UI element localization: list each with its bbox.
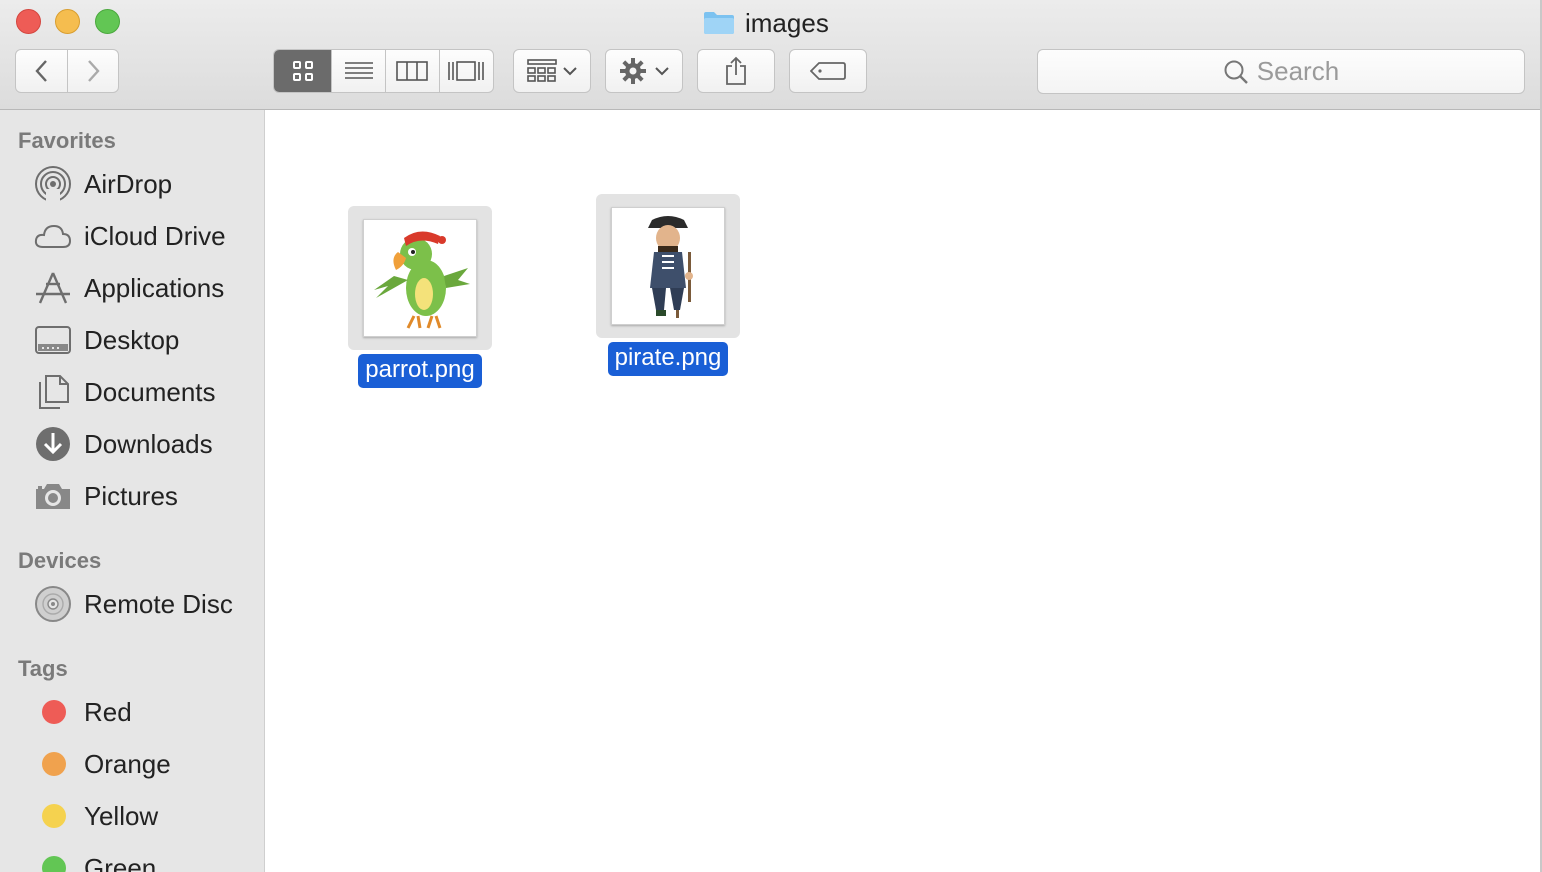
- toolbar: images Search: [0, 0, 1540, 110]
- tags-section-title: Tags: [18, 656, 68, 681]
- grid-icon: [292, 61, 313, 81]
- arrange-button[interactable]: [513, 49, 591, 93]
- column-view-button[interactable]: [386, 50, 440, 92]
- icon-view-button[interactable]: [274, 50, 333, 92]
- applications-icon: [34, 269, 72, 307]
- sidebar-item-downloads[interactable]: Downloads: [34, 424, 213, 464]
- chevron-down-icon: [563, 67, 577, 76]
- share-icon: [726, 56, 746, 85]
- list-view-button[interactable]: [332, 50, 386, 92]
- sidebar-item-applications[interactable]: Applications: [34, 268, 224, 308]
- file-name-label[interactable]: pirate.png: [607, 342, 729, 376]
- minimize-window-button[interactable]: [55, 9, 80, 34]
- window-title-label: images: [745, 7, 829, 38]
- sidebar-item-label: Desktop: [84, 324, 180, 355]
- sidebar-item-documents[interactable]: Documents: [34, 372, 216, 412]
- file-browser-area[interactable]: parrot.png pirate.png: [265, 110, 1540, 872]
- search-field[interactable]: Search: [1037, 49, 1525, 94]
- devices-section-title: Devices: [18, 548, 102, 573]
- file-thumbnail[interactable]: [596, 194, 740, 338]
- sidebar-item-label: Red: [84, 696, 132, 727]
- close-window-button[interactable]: [16, 9, 41, 34]
- sidebar-item-label: Remote Disc: [84, 588, 233, 619]
- sidebar-item-label: Documents: [84, 376, 216, 407]
- chevron-left-icon: [34, 60, 47, 82]
- sidebar-item-label: Pictures: [84, 480, 178, 511]
- file-item-parrot[interactable]: parrot.png: [348, 206, 492, 388]
- window-title: images: [703, 6, 829, 40]
- tag-icon: [810, 62, 846, 80]
- back-button[interactable]: [15, 49, 68, 93]
- cover-flow-icon: [448, 61, 485, 81]
- red-tag-dot-icon: [42, 700, 66, 724]
- columns-icon: [396, 61, 429, 81]
- sidebar-item-label: iCloud Drive: [84, 220, 226, 251]
- list-icon: [344, 62, 373, 79]
- parrot-image: [363, 219, 477, 337]
- orange-tag-dot-icon: [42, 752, 66, 776]
- cloud-icon: [34, 217, 72, 255]
- chevron-down-icon: [655, 67, 669, 76]
- camera-icon: [34, 477, 72, 515]
- arrange-grid-icon: [527, 59, 557, 82]
- documents-icon: [34, 373, 72, 411]
- finder-window: images Search Favorites AirDrop iCloud D…: [0, 0, 1542, 872]
- sidebar-tag-yellow[interactable]: Yellow: [34, 796, 158, 836]
- search-icon: [1224, 60, 1248, 84]
- sidebar-item-label: Orange: [84, 748, 171, 779]
- edit-tags-button[interactable]: [789, 49, 867, 93]
- sidebar-item-label: Green: [84, 852, 157, 872]
- yellow-tag-dot-icon: [42, 804, 66, 828]
- sidebar-item-label: AirDrop: [84, 168, 173, 199]
- sidebar-item-label: Applications: [84, 272, 225, 303]
- folder-icon: [703, 11, 735, 35]
- file-item-pirate[interactable]: pirate.png: [596, 194, 740, 376]
- file-thumbnail[interactable]: [348, 206, 492, 350]
- pirate-image: [611, 207, 725, 325]
- green-tag-dot-icon: [42, 856, 66, 872]
- desktop-icon: [34, 321, 72, 359]
- file-name-label[interactable]: parrot.png: [358, 354, 482, 388]
- cover-flow-button[interactable]: [440, 50, 494, 92]
- downloads-icon: [34, 425, 72, 463]
- zoom-window-button[interactable]: [95, 9, 120, 34]
- airdrop-icon: [34, 165, 72, 203]
- disc-icon: [34, 585, 72, 623]
- sidebar-tag-red[interactable]: Red: [34, 692, 132, 732]
- sidebar-tag-green[interactable]: Green: [34, 848, 156, 872]
- sidebar-item-pictures[interactable]: Pictures: [34, 476, 178, 516]
- gear-icon: [620, 58, 646, 84]
- sidebar-item-label: Downloads: [84, 428, 213, 459]
- sidebar: Favorites AirDrop iCloud Drive Applicati…: [0, 110, 265, 872]
- sidebar-item-remote-disc[interactable]: Remote Disc: [34, 584, 233, 624]
- sidebar-item-icloud-drive[interactable]: iCloud Drive: [34, 216, 226, 256]
- forward-button[interactable]: [67, 49, 119, 93]
- chevron-right-icon: [88, 60, 100, 82]
- search-placeholder: Search: [1256, 56, 1340, 86]
- sidebar-item-desktop[interactable]: Desktop: [34, 320, 179, 360]
- favorites-section-title: Favorites: [18, 128, 116, 153]
- action-button[interactable]: [605, 49, 683, 93]
- sidebar-item-label: Yellow: [84, 800, 159, 831]
- share-button[interactable]: [697, 49, 775, 93]
- sidebar-item-airdrop[interactable]: AirDrop: [34, 164, 172, 204]
- sidebar-tag-orange[interactable]: Orange: [34, 744, 171, 784]
- view-mode-control: [273, 49, 494, 93]
